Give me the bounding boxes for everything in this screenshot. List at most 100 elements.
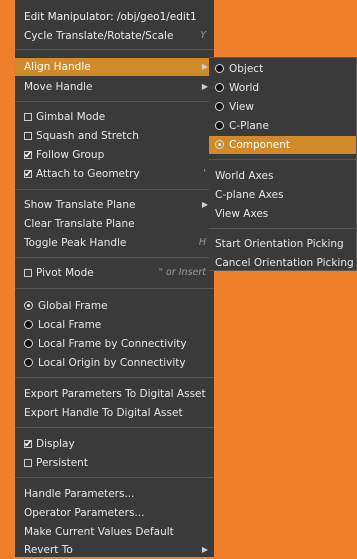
global-frame-label: Global Frame (38, 300, 108, 312)
attach-geometry-label: Attach to Geometry (36, 168, 140, 180)
toggle-peak-hotkey: H (198, 237, 206, 248)
submenu-arrow-icon: ▶ (201, 82, 208, 91)
radio-icon (24, 320, 33, 329)
move-handle-item[interactable]: Move Handle ▶ (15, 78, 214, 96)
export-parameters-label: Export Parameters To Digital Asset (24, 388, 206, 400)
radio-selected-icon (215, 140, 224, 149)
gimbal-mode-label: Gimbal Mode (36, 111, 106, 123)
manipulator-context-menu: Edit Manipulator: /obj/geo1/edit1 Cycle … (15, 0, 214, 557)
submenu-arrow-icon: ▶ (201, 62, 208, 71)
revert-to-label: Revert To (24, 544, 73, 556)
toggle-peak-handle-label: Toggle Peak Handle (24, 237, 127, 249)
checkbox-icon (24, 113, 32, 121)
radio-icon (24, 339, 33, 348)
local-frame-label: Local Frame (38, 319, 102, 331)
gimbal-mode-item[interactable]: Gimbal Mode (15, 108, 214, 126)
clear-translate-plane-label: Clear Translate Plane (24, 218, 135, 230)
view-axes-item[interactable]: View Axes (209, 205, 356, 223)
checkbox-icon (24, 459, 32, 467)
align-cplane-label: C-Plane (229, 120, 269, 132)
align-view-item[interactable]: View (209, 98, 356, 116)
pivot-mode-hotkey: " or Insert (158, 267, 206, 278)
squash-stretch-label: Squash and Stretch (36, 130, 139, 142)
display-item[interactable]: Display (15, 435, 214, 454)
align-object-label: Object (229, 63, 264, 75)
attach-geometry-item[interactable]: Attach to Geometry ' (15, 165, 214, 184)
radio-icon (215, 64, 224, 73)
radio-icon (215, 83, 224, 92)
export-parameters-item[interactable]: Export Parameters To Digital Asset (15, 385, 214, 403)
align-handle-submenu: Object World View C-Plane Component Worl… (209, 57, 357, 271)
global-frame-item[interactable]: Global Frame (15, 297, 214, 315)
world-axes-item[interactable]: World Axes (209, 167, 356, 185)
separator (15, 49, 214, 50)
local-origin-connectivity-item[interactable]: Local Origin by Connectivity (15, 354, 214, 372)
separator (15, 257, 214, 258)
checkbox-checked-icon (24, 166, 32, 184)
radio-icon (215, 121, 224, 130)
persistent-label: Persistent (36, 457, 88, 469)
cplane-axes-item[interactable]: C-plane Axes (209, 186, 356, 204)
start-orientation-picking-item[interactable]: Start Orientation Picking (209, 235, 356, 253)
revert-to-item[interactable]: Revert To ▶ (15, 541, 214, 559)
local-frame-connectivity-label: Local Frame by Connectivity (38, 338, 187, 350)
toggle-peak-handle-item[interactable]: Toggle Peak Handle H (15, 234, 214, 252)
export-handle-label: Export Handle To Digital Asset (24, 407, 183, 419)
show-translate-plane-label: Show Translate Plane (24, 199, 136, 211)
pivot-mode-label: Pivot Mode (36, 267, 94, 279)
radio-icon (24, 358, 33, 367)
align-object-item[interactable]: Object (209, 60, 356, 78)
checkbox-checked-icon (24, 436, 32, 454)
handle-parameters-label: Handle Parameters... (24, 488, 135, 500)
view-axes-label: View Axes (215, 208, 269, 220)
cycle-transform-hotkey: Y (200, 30, 206, 41)
pivot-mode-item[interactable]: Pivot Mode " or Insert (15, 264, 214, 282)
follow-group-item[interactable]: Follow Group (15, 146, 214, 165)
separator (209, 159, 356, 160)
separator (15, 189, 214, 190)
align-cplane-item[interactable]: C-Plane (209, 117, 356, 135)
checkbox-icon (24, 132, 32, 140)
make-default-label: Make Current Values Default (24, 526, 174, 538)
submenu-arrow-icon: ▶ (201, 545, 208, 554)
align-handle-item[interactable]: Align Handle ▶ (15, 58, 214, 76)
align-view-label: View (229, 101, 254, 113)
move-handle-label: Move Handle (24, 81, 93, 93)
separator (15, 377, 214, 378)
cycle-transform-item[interactable]: Cycle Translate/Rotate/Scale Y (15, 27, 214, 45)
operator-parameters-item[interactable]: Operator Parameters... (15, 504, 214, 522)
cycle-transform-label: Cycle Translate/Rotate/Scale (24, 30, 174, 42)
separator (15, 101, 214, 102)
local-frame-item[interactable]: Local Frame (15, 316, 214, 334)
clear-translate-plane-item[interactable]: Clear Translate Plane (15, 215, 214, 233)
checkbox-icon (24, 269, 32, 277)
cancel-orientation-picking-label: Cancel Orientation Picking (215, 257, 354, 269)
world-axes-label: World Axes (215, 170, 274, 182)
attach-geometry-hotkey: ' (203, 168, 206, 179)
follow-group-label: Follow Group (36, 149, 105, 161)
handle-parameters-item[interactable]: Handle Parameters... (15, 485, 214, 503)
display-label: Display (36, 438, 75, 450)
align-world-label: World (229, 82, 260, 94)
radio-selected-icon (24, 301, 33, 310)
menu-title: Edit Manipulator: /obj/geo1/edit1 (24, 11, 197, 23)
local-frame-connectivity-item[interactable]: Local Frame by Connectivity (15, 335, 214, 353)
operator-parameters-label: Operator Parameters... (24, 507, 145, 519)
export-handle-item[interactable]: Export Handle To Digital Asset (15, 404, 214, 422)
make-default-item[interactable]: Make Current Values Default (15, 523, 214, 541)
squash-stretch-item[interactable]: Squash and Stretch (15, 127, 214, 145)
separator (15, 427, 214, 428)
align-component-label: Component (229, 139, 290, 151)
align-handle-label: Align Handle (24, 61, 91, 73)
cplane-axes-label: C-plane Axes (215, 189, 284, 201)
persistent-item[interactable]: Persistent (15, 454, 214, 472)
local-origin-connectivity-label: Local Origin by Connectivity (38, 357, 186, 369)
align-component-item[interactable]: Component (209, 136, 356, 154)
cancel-orientation-picking-item[interactable]: Cancel Orientation Picking (209, 254, 356, 272)
radio-icon (215, 102, 224, 111)
submenu-arrow-icon: ▶ (201, 200, 208, 209)
start-orientation-picking-label: Start Orientation Picking (215, 238, 344, 250)
align-world-item[interactable]: World (209, 79, 356, 97)
show-translate-plane-item[interactable]: Show Translate Plane ▶ (15, 196, 214, 214)
checkbox-checked-icon (24, 147, 32, 165)
